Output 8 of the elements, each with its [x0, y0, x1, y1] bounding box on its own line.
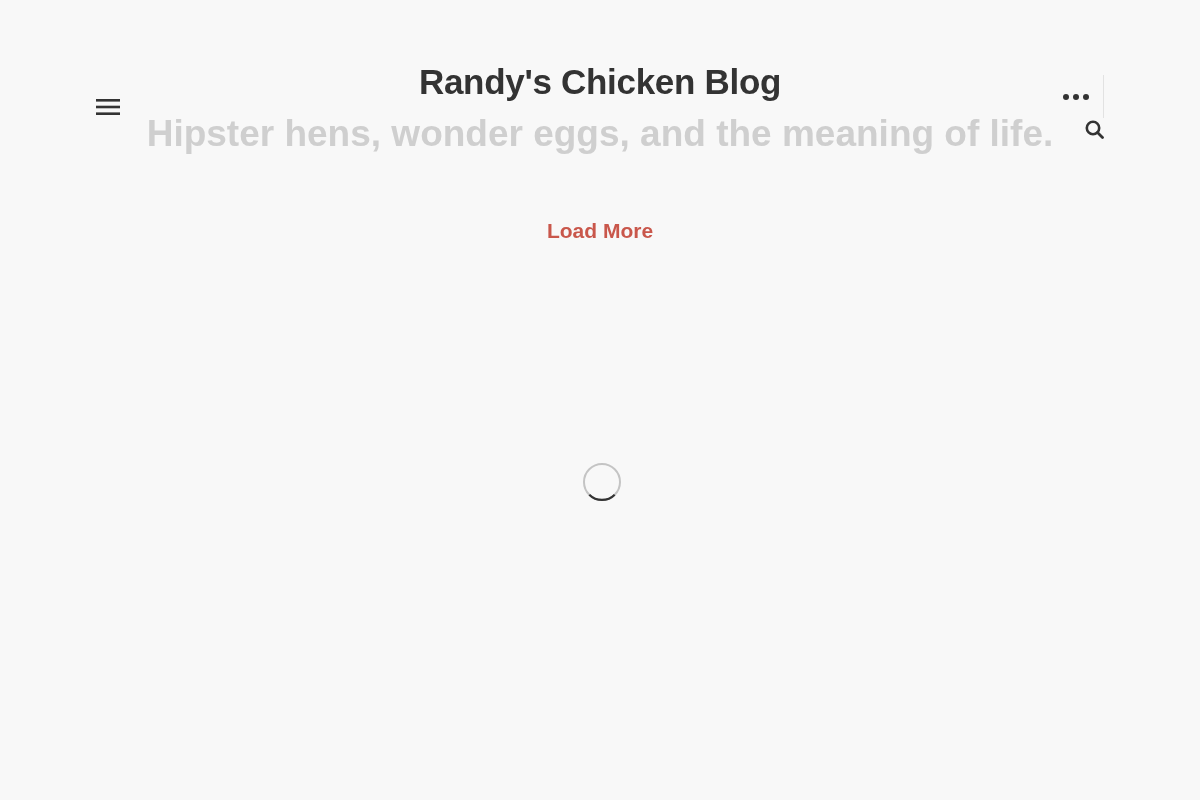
search-icon — [1085, 120, 1104, 139]
menu-icon — [96, 98, 120, 116]
more-icon — [1063, 93, 1089, 100]
search-button[interactable] — [1085, 120, 1104, 139]
load-more-button[interactable]: Load More — [542, 216, 658, 246]
menu-button[interactable] — [96, 98, 120, 116]
site-title[interactable]: Randy's Chicken Blog — [418, 60, 782, 104]
more-button[interactable] — [1063, 75, 1104, 118]
